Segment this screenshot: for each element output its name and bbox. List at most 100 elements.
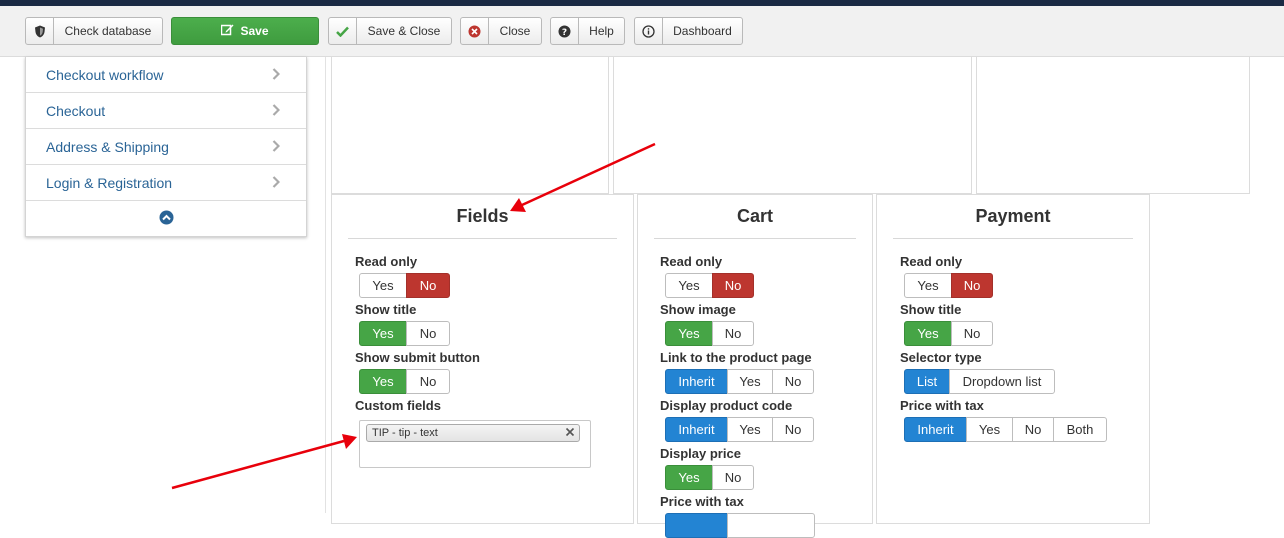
show-title-no-option[interactable]: No	[406, 321, 450, 346]
check-database-label: Check database	[64, 24, 152, 38]
selector-list-option[interactable]: List	[904, 369, 950, 394]
cart-price-with-tax-toggle	[665, 513, 815, 538]
product-code-inherit-option[interactable]: Inherit	[665, 417, 728, 442]
link-product-page-label: Link to the product page	[660, 350, 812, 365]
fields-panel: Fields Read only Yes No Show title Yes N…	[331, 194, 634, 524]
sidebar-item-checkout[interactable]: Checkout	[26, 93, 306, 129]
cart-price-tax-other-option[interactable]	[727, 513, 815, 538]
show-image-label: Show image	[660, 302, 736, 317]
cart-read-only-toggle: Yes No	[665, 273, 754, 298]
layout-cell-top-1	[331, 57, 609, 194]
show-submit-no-option[interactable]: No	[406, 369, 450, 394]
chevron-right-icon	[272, 175, 281, 191]
payment-show-title-yes-option[interactable]: Yes	[904, 321, 952, 346]
link-product-yes-option[interactable]: Yes	[727, 369, 773, 394]
question-circle-icon: ?	[551, 18, 579, 44]
read-only-no-option[interactable]: No	[406, 273, 450, 298]
chevron-right-icon	[272, 103, 281, 119]
layout-cell-top-3	[976, 57, 1250, 194]
payment-price-tax-both-option[interactable]: Both	[1053, 417, 1107, 442]
sidebar-menu: Checkout workflow Checkout Address & Shi…	[25, 57, 307, 237]
save-close-button[interactable]: Save & Close	[328, 17, 452, 45]
annotation-arrow-custom-fields	[171, 434, 357, 490]
custom-fields-input[interactable]: TIP - tip - text	[359, 420, 591, 468]
sidebar-collapse-button[interactable]	[26, 201, 306, 236]
close-circle-icon	[461, 18, 489, 44]
save-label: Save	[240, 24, 269, 38]
selector-dropdown-option[interactable]: Dropdown list	[949, 369, 1055, 394]
selector-type-toggle: List Dropdown list	[904, 369, 1055, 394]
payment-show-title-toggle: Yes No	[904, 321, 993, 346]
cart-price-tax-inherit-option[interactable]	[665, 513, 728, 538]
show-image-no-option[interactable]: No	[712, 321, 754, 346]
cart-panel: Cart Read only Yes No Show image Yes No …	[637, 194, 873, 538]
help-label: Help	[589, 24, 614, 38]
payment-show-title-label: Show title	[900, 302, 962, 317]
cart-read-only-yes-option[interactable]: Yes	[665, 273, 713, 298]
show-image-yes-option[interactable]: Yes	[665, 321, 713, 346]
help-button[interactable]: ? Help	[550, 17, 625, 45]
show-title-toggle: Yes No	[359, 321, 450, 346]
tag-remove-icon[interactable]	[565, 427, 575, 440]
sidebar-item-label: Checkout	[46, 102, 106, 119]
chevron-right-icon	[272, 139, 281, 155]
display-product-code-label: Display product code	[660, 398, 793, 413]
show-title-yes-option[interactable]: Yes	[359, 321, 407, 346]
read-only-label: Read only	[355, 254, 418, 269]
payment-price-tax-no-option[interactable]: No	[1012, 417, 1054, 442]
edit-icon	[221, 24, 234, 39]
show-submit-button-label: Show submit button	[355, 350, 480, 365]
svg-text:?: ?	[562, 28, 567, 38]
display-price-label: Display price	[660, 446, 741, 461]
chevron-up-circle-icon	[159, 210, 174, 228]
dashboard-label: Dashboard	[673, 24, 732, 38]
link-product-page-toggle: Inherit Yes No	[665, 369, 814, 394]
show-submit-yes-option[interactable]: Yes	[359, 369, 407, 394]
show-title-label: Show title	[355, 302, 417, 317]
payment-price-with-tax-toggle: Inherit Yes No Both	[904, 417, 1107, 442]
product-code-yes-option[interactable]: Yes	[727, 417, 773, 442]
close-label: Close	[499, 24, 531, 38]
dashboard-button[interactable]: Dashboard	[634, 17, 743, 45]
sidebar-item-label: Address & Shipping	[46, 138, 169, 155]
custom-field-tag: TIP - tip - text	[366, 424, 580, 442]
sidebar-item-address-shipping[interactable]: Address & Shipping	[26, 129, 306, 165]
custom-field-tag-label: TIP - tip - text	[372, 427, 438, 439]
sidebar-item-login-registration[interactable]: Login & Registration	[26, 165, 306, 201]
read-only-yes-option[interactable]: Yes	[359, 273, 407, 298]
link-product-no-option[interactable]: No	[772, 369, 814, 394]
payment-read-only-toggle: Yes No	[904, 273, 993, 298]
sidebar-item-checkout-workflow[interactable]: Checkout workflow	[26, 57, 306, 93]
display-price-no-option[interactable]: No	[712, 465, 754, 490]
product-code-no-option[interactable]: No	[772, 417, 814, 442]
payment-show-title-no-option[interactable]: No	[951, 321, 993, 346]
cart-price-with-tax-label: Price with tax	[660, 494, 744, 509]
show-submit-button-toggle: Yes No	[359, 369, 450, 394]
display-price-yes-option[interactable]: Yes	[665, 465, 713, 490]
payment-read-only-yes-option[interactable]: Yes	[904, 273, 952, 298]
save-button[interactable]: Save	[171, 17, 319, 45]
save-close-label: Save & Close	[367, 24, 441, 38]
payment-price-with-tax-label: Price with tax	[900, 398, 984, 413]
check-database-button[interactable]: Check database	[25, 17, 163, 45]
payment-price-tax-inherit-option[interactable]: Inherit	[904, 417, 967, 442]
close-button[interactable]: Close	[460, 17, 542, 45]
cart-read-only-no-option[interactable]: No	[712, 273, 754, 298]
layout-cell-top-2	[613, 57, 972, 194]
payment-price-tax-yes-option[interactable]: Yes	[966, 417, 1013, 442]
display-product-code-toggle: Inherit Yes No	[665, 417, 814, 442]
link-product-inherit-option[interactable]: Inherit	[665, 369, 728, 394]
display-price-toggle: Yes No	[665, 465, 754, 490]
sidebar-item-label: Checkout workflow	[46, 66, 164, 83]
custom-fields-label: Custom fields	[355, 398, 441, 413]
checkmark-icon	[329, 18, 357, 44]
show-image-toggle: Yes No	[665, 321, 754, 346]
payment-read-only-no-option[interactable]: No	[951, 273, 993, 298]
selector-type-label: Selector type	[900, 350, 982, 365]
fields-panel-title: Fields	[348, 195, 617, 239]
sidebar-item-label: Login & Registration	[46, 174, 173, 191]
toolbar: Check database Save Save & Close Close ?…	[0, 6, 1284, 57]
payment-panel: Payment Read only Yes No Show title Yes …	[876, 194, 1150, 524]
read-only-toggle: Yes No	[359, 273, 450, 298]
info-circle-icon	[635, 18, 663, 44]
